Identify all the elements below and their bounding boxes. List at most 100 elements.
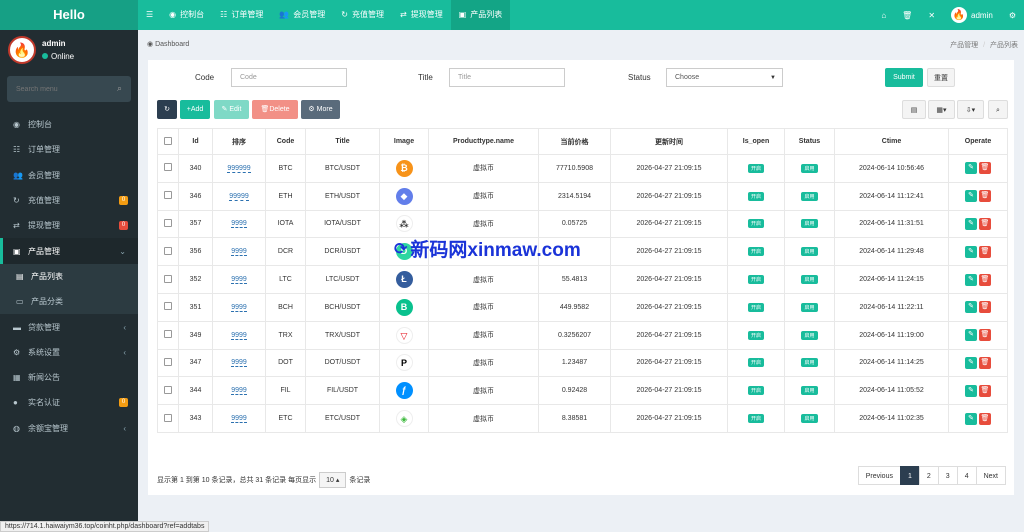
status-badge[interactable]: 启用 <box>801 330 818 340</box>
row-checkbox[interactable] <box>157 348 179 378</box>
select-all-checkbox[interactable] <box>157 128 179 155</box>
sidebar-item-dashboard[interactable]: ◉ 控制台 <box>0 112 138 137</box>
sidebar-item-recharge[interactable]: ↻ 充值管理 0 <box>0 188 138 213</box>
is-open-badge[interactable]: 开启 <box>747 330 764 340</box>
status-badge[interactable]: 启用 <box>801 191 818 201</box>
delete-row-button[interactable]: 🗑 <box>979 384 991 397</box>
toggle-view-button[interactable]: ▤ <box>902 100 926 119</box>
sidebar-item-withdraw[interactable]: ⇄ 提现管理 0 <box>0 213 138 238</box>
etc-coin-icon[interactable]: ◈ <box>395 410 413 428</box>
cell-order[interactable]: 9999 <box>212 376 266 406</box>
edit-row-button[interactable]: ✎ <box>965 162 977 175</box>
edit-row-button[interactable]: ✎ <box>965 412 977 425</box>
title-input[interactable]: Title <box>449 68 565 87</box>
delete-button[interactable]: 🗑Delete <box>252 100 298 119</box>
status-badge[interactable]: 启用 <box>801 247 818 257</box>
export-button[interactable]: ⇩▾ <box>957 100 984 119</box>
tab-dashboard[interactable]: ◉ 控制台 <box>161 0 212 30</box>
status-badge[interactable]: 启用 <box>801 275 818 285</box>
order-editable[interactable]: 9999 <box>231 248 247 257</box>
table-row[interactable]: 352 9999 LTC LTC/USDT Ł 虚拟币 55.4813 2026-04-27 … <box>157 265 1008 294</box>
row-checkbox[interactable] <box>157 237 179 267</box>
delete-row-button[interactable]: 🗑 <box>979 356 991 369</box>
cell-order[interactable]: 9999 <box>212 292 266 322</box>
tab-recharge[interactable]: ↻ 充值管理 <box>333 0 392 30</box>
submit-button[interactable]: Submit <box>885 68 923 87</box>
sidebar-item-product-list[interactable]: ▤ 产品列表 <box>0 263 138 290</box>
order-editable[interactable]: 9999 <box>231 276 247 285</box>
breadcrumb-item[interactable]: 产品管理 <box>950 42 978 49</box>
table-row[interactable]: 356 9999 DCR DCR/USDT D 2026-04-27 21:09:15 开启… <box>157 237 1008 267</box>
ltc-coin-icon[interactable]: Ł <box>395 271 413 289</box>
status-badge[interactable]: 启用 <box>801 163 818 173</box>
fullscreen-icon[interactable]: ✕ <box>928 11 935 20</box>
table-row[interactable]: 357 9999 IOTA IOTA/USDT ⁂ 虚拟币 0.05725 2026-04-2… <box>157 209 1008 239</box>
edit-row-button[interactable]: ✎ <box>965 190 977 203</box>
page-1[interactable]: 1 <box>899 466 920 485</box>
bch-coin-icon[interactable]: B <box>395 298 413 316</box>
delete-row-button[interactable]: 🗑 <box>979 273 991 286</box>
is-open-badge[interactable]: 开启 <box>747 219 764 229</box>
is-open-badge[interactable]: 开启 <box>747 386 764 396</box>
status-badge[interactable]: 启用 <box>801 386 818 396</box>
column-header[interactable]: 当前价格 <box>538 128 611 155</box>
gear-icon[interactable]: ⚙ <box>1009 11 1016 20</box>
order-editable[interactable]: 9999 <box>231 359 247 368</box>
fil-coin-icon[interactable]: ƒ <box>395 382 413 400</box>
edit-row-button[interactable]: ✎ <box>965 245 977 258</box>
cell-order[interactable]: 99999 <box>212 181 266 211</box>
menu-search-input[interactable] <box>7 76 131 102</box>
edit-row-button[interactable]: ✎ <box>965 329 977 342</box>
sidebar-item-orders[interactable]: ☷ 订单管理 <box>0 137 138 162</box>
sidebar-item-members[interactable]: 👥 会员管理 <box>0 163 138 188</box>
search-button[interactable]: ⌕ <box>988 100 1008 119</box>
is-open-badge[interactable]: 开启 <box>747 302 764 312</box>
column-header[interactable]: Title <box>305 128 380 155</box>
status-badge[interactable]: 启用 <box>801 302 818 312</box>
column-header[interactable]: Operate <box>948 128 1008 155</box>
tab-withdraw[interactable]: ⇄ 提现管理 <box>392 0 451 30</box>
refresh-button[interactable]: ↻ <box>157 100 177 119</box>
table-row[interactable]: 340 999999 BTC BTC/USDT ₿ 虚拟币 77710.5908 2026-0… <box>157 154 1008 183</box>
is-open-badge[interactable]: 开启 <box>747 191 764 201</box>
brand-logo[interactable]: Hello <box>0 0 138 30</box>
cell-order[interactable]: 999999 <box>212 154 266 183</box>
cell-order[interactable]: 9999 <box>212 320 266 350</box>
is-open-badge[interactable]: 开启 <box>747 247 764 257</box>
row-checkbox[interactable] <box>157 376 179 406</box>
edit-row-button[interactable]: ✎ <box>965 273 977 286</box>
more-button[interactable]: ⚙ More <box>301 100 340 119</box>
reset-button[interactable]: 重置 <box>927 68 955 87</box>
table-row[interactable]: 347 9999 DOT DOT/USDT P 虚拟币 1.23487 2026-04-27 … <box>157 348 1008 378</box>
page-next[interactable]: Next <box>975 466 1006 485</box>
delete-row-button[interactable]: 🗑 <box>979 190 991 203</box>
trx-coin-icon[interactable]: ▽ <box>395 326 413 344</box>
sidebar-item-settings[interactable]: ⚙ 系统设置 ‹ <box>0 340 138 365</box>
column-header[interactable]: 更新时间 <box>610 128 728 155</box>
column-header[interactable]: Code <box>265 128 306 155</box>
edit-row-button[interactable]: ✎ <box>965 356 977 369</box>
order-editable[interactable]: 9999 <box>231 331 247 340</box>
edit-button[interactable]: ✎ Edit <box>214 100 249 119</box>
row-checkbox[interactable] <box>157 320 179 350</box>
edit-row-button[interactable]: ✎ <box>965 217 977 230</box>
is-open-badge[interactable]: 开启 <box>747 275 764 285</box>
status-select[interactable]: Choose ▼ <box>666 68 783 87</box>
user-menu[interactable]: 🔥 admin <box>951 7 993 23</box>
order-editable[interactable]: 9999 <box>231 220 247 229</box>
column-header[interactable]: 排序 <box>212 128 266 155</box>
cell-order[interactable]: 9999 <box>212 348 266 378</box>
status-badge[interactable]: 启用 <box>801 219 818 229</box>
row-checkbox[interactable] <box>157 154 179 183</box>
edit-row-button[interactable]: ✎ <box>965 384 977 397</box>
delete-row-button[interactable]: 🗑 <box>979 245 991 258</box>
row-checkbox[interactable] <box>157 181 179 211</box>
sidebar-item-identity[interactable]: ● 实名认证 0 <box>0 390 138 415</box>
row-checkbox[interactable] <box>157 209 179 239</box>
order-editable[interactable]: 9999 <box>231 415 247 424</box>
delete-row-button[interactable]: 🗑 <box>979 329 991 342</box>
tab-product-list[interactable]: ▣ 产品列表 <box>450 0 511 30</box>
page-3[interactable]: 3 <box>937 466 958 485</box>
page-4[interactable]: 4 <box>956 466 977 485</box>
sidebar-item-products[interactable]: ▣ 产品管理 ⌄ <box>0 238 138 264</box>
